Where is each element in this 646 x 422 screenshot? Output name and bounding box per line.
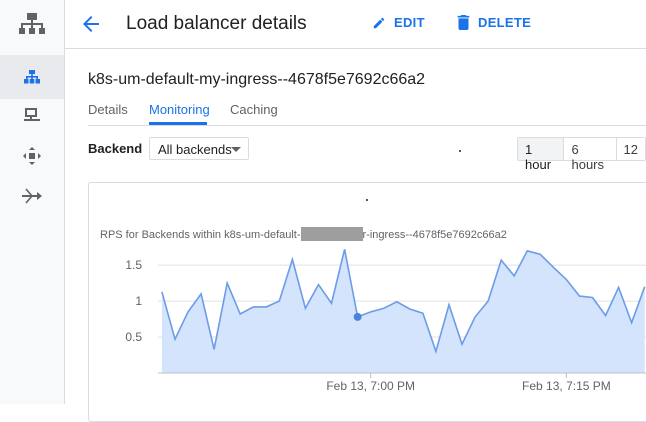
left-nav-rail (0, 0, 65, 404)
load-balancer-name: k8s-um-default-my-ingress--4678f5e7692c6… (88, 71, 426, 88)
tab-bar: Details Monitoring Caching (88, 94, 646, 126)
time-range-selector: 1 hour 6 hours 12 (517, 137, 646, 172)
range-12[interactable]: 12 (615, 138, 645, 160)
network-services-icon[interactable] (0, 0, 64, 48)
range-6-hours[interactable]: 6 hours (563, 138, 615, 172)
active-tab-indicator (149, 122, 207, 125)
cloud-nat-icon[interactable] (0, 174, 64, 218)
backend-select[interactable]: All backends (149, 137, 249, 160)
series-area (161, 249, 645, 373)
page-title: Load balancer details (126, 13, 307, 34)
range-1-hour[interactable]: 1 hour (518, 138, 564, 172)
rps-chart: 1.5 1 0.5 Feb 13, 7:00 PM Feb 13, 7:15 PM (125, 249, 646, 393)
backend-select-value: All backends (158, 142, 232, 157)
header-bar: Load balancer details EDIT DELETE (65, 0, 646, 49)
y-tick-label: 0.5 (125, 330, 142, 344)
edit-label: EDIT (394, 15, 425, 30)
tab-details[interactable]: Details (88, 102, 128, 117)
x-tick-label: Feb 13, 7:15 PM (522, 379, 611, 393)
cloud-dns-icon[interactable] (0, 134, 64, 178)
x-tick-label: Feb 13, 7:00 PM (326, 379, 415, 393)
back-arrow-icon[interactable] (79, 12, 103, 36)
delete-label: DELETE (478, 15, 532, 30)
trash-icon (457, 15, 470, 30)
tab-caching[interactable]: Caching (230, 102, 278, 117)
hover-point (353, 312, 362, 321)
chart-title: RPS for Backends within k8s-um-default-r… (100, 227, 507, 241)
dropdown-caret-icon (231, 147, 241, 152)
delete-button[interactable]: DELETE (457, 15, 531, 30)
redacted-block (300, 227, 363, 241)
backend-label: Backend (88, 141, 143, 156)
tab-monitoring[interactable]: Monitoring (149, 102, 210, 117)
edit-button[interactable]: EDIT (372, 15, 425, 30)
y-tick-label: 1.5 (125, 258, 142, 272)
y-tick-label: 1 (135, 294, 142, 308)
backends-icon[interactable] (0, 93, 64, 137)
loading-dot (459, 150, 461, 152)
pencil-icon (373, 17, 385, 28)
loading-dot (366, 199, 368, 201)
